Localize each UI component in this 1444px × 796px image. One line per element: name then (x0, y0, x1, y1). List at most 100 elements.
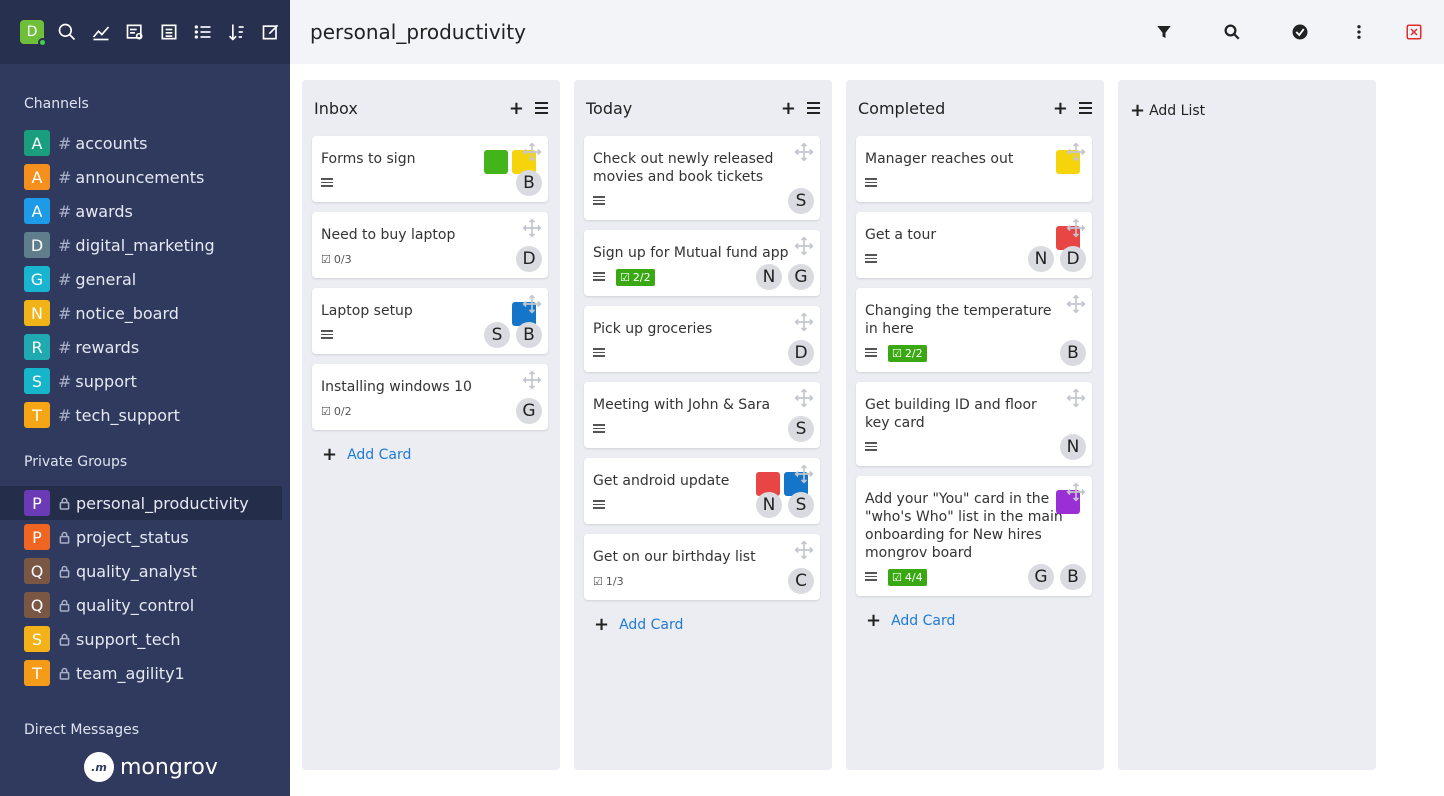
group-item-team-agility1[interactable]: Tteam_agility1 (0, 656, 290, 690)
hash-icon: # (58, 167, 72, 187)
chart-icon[interactable] (84, 15, 118, 49)
card[interactable]: Need to buy laptop ☑ 0/3 D (312, 212, 548, 278)
card[interactable]: Laptop setup S B (312, 288, 548, 354)
move-icon[interactable] (522, 142, 542, 162)
member-avatar[interactable]: G (788, 264, 814, 290)
move-icon[interactable] (794, 388, 814, 408)
group-item-quality-analyst[interactable]: Qquality_analyst (0, 554, 290, 588)
list-header: Today + (574, 80, 832, 136)
move-icon[interactable] (1066, 388, 1086, 408)
add-card-plus-icon[interactable]: + (781, 100, 796, 118)
filter-icon[interactable] (1150, 18, 1178, 46)
card[interactable]: Check out newly released movies and book… (584, 136, 820, 220)
move-icon[interactable] (1066, 142, 1086, 162)
channel-item-awards[interactable]: A # awards (0, 194, 290, 228)
member-avatar[interactable]: B (1060, 564, 1086, 590)
card[interactable]: Meeting with John & Sara S (584, 382, 820, 448)
card[interactable]: Get android update N S (584, 458, 820, 524)
move-icon[interactable] (522, 370, 542, 390)
report-icon[interactable] (118, 15, 152, 49)
move-icon[interactable] (794, 312, 814, 332)
card[interactable]: Forms to sign B (312, 136, 548, 202)
close-icon[interactable] (1400, 18, 1428, 46)
add-card-button[interactable]: + Add Card (866, 610, 955, 631)
member-avatar[interactable]: B (516, 170, 542, 196)
card[interactable]: Get building ID and floor key card N (856, 382, 1092, 466)
list-view-icon[interactable] (152, 15, 186, 49)
add-card-button[interactable]: + Add Card (594, 614, 683, 635)
card[interactable]: Pick up groceries D (584, 306, 820, 372)
add-card-plus-icon[interactable]: + (1053, 100, 1068, 118)
add-list-column[interactable]: + Add List (1118, 80, 1376, 770)
group-badge: T (24, 660, 50, 686)
member-avatar[interactable]: S (788, 188, 814, 214)
list-menu-icon[interactable] (535, 102, 548, 114)
card[interactable]: Changing the temperature in here ☑ 2/2 B (856, 288, 1092, 372)
channel-item-digital-marketing[interactable]: D # digital_marketing (0, 228, 290, 262)
channel-item-rewards[interactable]: R # rewards (0, 330, 290, 364)
member-avatar[interactable]: N (1028, 246, 1054, 272)
channel-item-announcements[interactable]: A # announcements (0, 160, 290, 194)
member-avatar[interactable]: S (788, 492, 814, 518)
add-card-label: Add Card (619, 616, 684, 633)
channel-item-support[interactable]: S # support (0, 364, 290, 398)
channel-item-accounts[interactable]: A # accounts (0, 126, 290, 160)
member-avatar[interactable]: D (1060, 246, 1086, 272)
member-avatar[interactable]: B (516, 322, 542, 348)
member-avatar[interactable]: S (788, 416, 814, 442)
checklist-badge: ☑ 0/2 (321, 405, 352, 418)
bullet-list-icon[interactable] (186, 15, 220, 49)
channel-name: accounts (75, 133, 148, 153)
member-avatar[interactable]: S (484, 322, 510, 348)
logo-mark: .m (84, 752, 114, 782)
member-avatar[interactable]: G (516, 398, 542, 424)
search-icon[interactable] (50, 15, 84, 49)
compose-icon[interactable] (254, 15, 288, 49)
member-avatar[interactable]: D (788, 340, 814, 366)
move-icon[interactable] (794, 142, 814, 162)
group-item-quality-control[interactable]: Qquality_control (0, 588, 290, 622)
board: + Add List Inbox + Forms to sign B Need to bu… (290, 64, 1444, 796)
group-item-personal-productivity[interactable]: Ppersonal_productivity (0, 486, 282, 520)
card[interactable]: Add your "You" card in the "who's Who" l… (856, 476, 1092, 596)
search-icon[interactable] (1218, 18, 1246, 46)
member-avatar[interactable]: N (756, 264, 782, 290)
group-item-project-status[interactable]: Pproject_status (0, 520, 290, 554)
move-icon[interactable] (1066, 294, 1086, 314)
channel-item-general[interactable]: G # general (0, 262, 290, 296)
move-icon[interactable] (794, 236, 814, 256)
group-item-support-tech[interactable]: Ssupport_tech (0, 622, 290, 656)
card[interactable]: Get a tour N D (856, 212, 1092, 278)
add-card-button[interactable]: + Add Card (322, 444, 411, 465)
member-avatar[interactable]: N (756, 492, 782, 518)
card[interactable]: Installing windows 10 ☑ 0/2 G (312, 364, 548, 430)
move-icon[interactable] (522, 294, 542, 314)
check-circle-icon[interactable] (1286, 18, 1314, 46)
list-today: Today + Check out newly released movies an… (574, 80, 832, 770)
channel-item-notice-board[interactable]: N # notice_board (0, 296, 290, 330)
channel-name: tech_support (75, 405, 180, 425)
list-menu-icon[interactable] (1079, 102, 1092, 114)
card-title: Meeting with John & Sara (593, 397, 771, 413)
card[interactable]: Sign up for Mutual fund app ☑ 2/2 N G (584, 230, 820, 296)
user-avatar[interactable]: D (20, 20, 47, 47)
more-vertical-icon[interactable] (1345, 18, 1373, 46)
member-avatar[interactable]: G (1028, 564, 1054, 590)
add-list-button[interactable]: + Add List (1130, 100, 1205, 121)
member-avatar[interactable]: B (1060, 340, 1086, 366)
sort-icon[interactable] (220, 15, 254, 49)
checklist-badge: ☑ 2/2 (616, 269, 655, 286)
member-avatar[interactable]: D (516, 246, 542, 272)
card[interactable]: Manager reaches out (856, 136, 1092, 202)
move-icon[interactable] (794, 464, 814, 484)
member-avatar[interactable]: C (788, 568, 814, 594)
list-menu-icon[interactable] (807, 102, 820, 114)
move-icon[interactable] (794, 540, 814, 560)
add-card-plus-icon[interactable]: + (509, 100, 524, 118)
member-avatar[interactable]: N (1060, 434, 1086, 460)
move-icon[interactable] (522, 218, 542, 238)
channel-item-tech-support[interactable]: T # tech_support (0, 398, 290, 432)
move-icon[interactable] (1066, 218, 1086, 238)
move-icon[interactable] (1066, 482, 1086, 502)
card[interactable]: Get on our birthday list ☑ 1/3 C (584, 534, 820, 600)
